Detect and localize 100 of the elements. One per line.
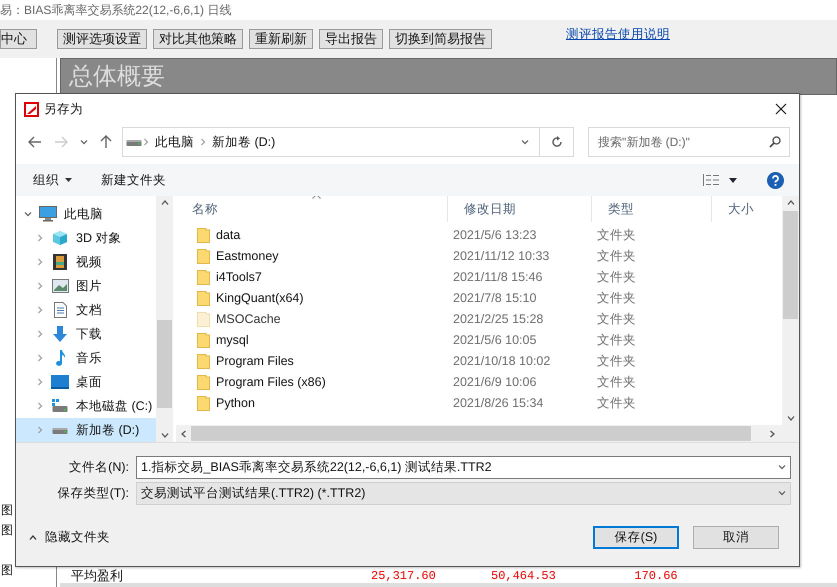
vertical-scrollbar[interactable] — [156, 196, 173, 442]
horizontal-scrollbar[interactable] — [176, 425, 799, 442]
dropdown-chevron-icon[interactable] — [521, 138, 529, 146]
picture-icon — [52, 279, 68, 293]
file-name-cell[interactable]: KingQuant(x64) — [176, 289, 447, 308]
toolbar-button[interactable]: 对比其他策略 — [153, 29, 243, 49]
collapse-chevron-icon[interactable] — [36, 402, 44, 410]
scroll-up-icon[interactable] — [786, 200, 794, 205]
folder-icon — [197, 312, 210, 327]
help-link[interactable]: 测评报告使用说明 — [566, 24, 670, 44]
file-name-cell[interactable]: Python — [176, 394, 447, 413]
nav-item[interactable]: 文档 — [16, 298, 156, 322]
cancel-button[interactable]: 取消 — [693, 526, 779, 549]
breadcrumb-chevron-icon[interactable] — [199, 138, 207, 146]
hide-folders-button[interactable]: 隐藏文件夹 — [29, 528, 110, 547]
filetype-value: 交易测试平台测试结果(.TTR2) (*.TTR2) — [141, 484, 366, 502]
scroll-down-icon[interactable] — [786, 416, 794, 421]
folder-icon — [197, 249, 210, 264]
up-arrow-icon[interactable] — [100, 135, 112, 149]
file-name-cell[interactable]: Eastmoney — [176, 247, 447, 266]
collapse-chevron-icon[interactable] — [36, 354, 44, 362]
date-cell-text: 2021/11/12 10:33 — [452, 248, 550, 266]
refresh-icon[interactable] — [550, 136, 562, 148]
app-title: 易：BIAS乖离率交易系统22(12,-6,6,1) 日线 — [0, 3, 232, 17]
new-folder-button[interactable]: 新建文件夹 — [101, 170, 166, 190]
filename-field[interactable]: 1.指标交易_BIAS乖离率交易系统22(12,-6,6,1) 测试结果.TTR2 — [136, 456, 791, 478]
drive-icon — [126, 137, 142, 147]
collapse-chevron-icon[interactable] — [36, 306, 44, 314]
address-bar[interactable]: 此电脑 新加卷 (D:) — [122, 127, 574, 157]
search-field[interactable]: 搜索"新加卷 (D:)" — [588, 127, 790, 157]
dropdown-chevron-icon[interactable] — [778, 463, 786, 471]
scroll-left-icon[interactable] — [181, 430, 186, 438]
expand-chevron-icon[interactable] — [24, 210, 32, 218]
column-header[interactable]: 名称 — [176, 196, 447, 222]
close-icon — [775, 103, 787, 115]
file-name-cell[interactable]: Program Files (x86) — [176, 373, 447, 392]
details-view-icon — [703, 174, 719, 186]
file-name-cell[interactable]: Program Files — [176, 352, 447, 371]
nav-item[interactable]: 下载 — [16, 322, 156, 346]
side-label: 图 — [1, 562, 13, 579]
breadcrumb-item[interactable]: 新加卷 (D:) — [207, 132, 280, 152]
scroll-down-icon[interactable] — [160, 433, 168, 438]
column-header[interactable]: 修改日期 — [447, 196, 591, 222]
toolbar-button[interactable]: 切换到简易报告 — [389, 29, 492, 49]
toolbar-button[interactable]: 测评选项设置 — [57, 29, 147, 49]
field-label: 保存类型(T): — [56, 484, 130, 502]
toolbar-button[interactable]: 重新刷新 — [249, 29, 313, 49]
nav-item[interactable]: 新加卷 (D:) — [16, 418, 156, 442]
dropdown-chevron-icon[interactable] — [778, 489, 786, 497]
file-name: data — [216, 227, 240, 244]
collapse-chevron-icon[interactable] — [36, 258, 44, 266]
toolbar-button[interactable]: 中心 — [0, 29, 37, 49]
folder-icon — [197, 396, 210, 411]
caret-icon — [729, 178, 737, 182]
nav-item[interactable]: 此电脑 — [16, 202, 156, 226]
collapse-chevron-icon[interactable] — [36, 282, 44, 290]
system-drive-icon — [52, 399, 68, 413]
filetype-dropdown[interactable]: 交易测试平台测试结果(.TTR2) (*.TTR2) — [136, 482, 791, 504]
type-cell-text: 文件夹 — [596, 353, 637, 370]
date-cell-text: 2021/2/25 15:28 — [452, 311, 544, 328]
view-options-button[interactable] — [703, 174, 737, 186]
type-cell-text: 文件夹 — [596, 269, 637, 286]
nav-item[interactable]: 视频 — [16, 250, 156, 274]
back-arrow-icon[interactable] — [28, 136, 42, 148]
nav-item[interactable]: 3D 对象 — [16, 226, 156, 250]
file-name-cell[interactable]: i4Tools7 — [176, 268, 447, 287]
desktop-icon — [51, 375, 69, 389]
vertical-scrollbar[interactable] — [782, 196, 799, 425]
toolbar-button[interactable]: 导出报告 — [319, 29, 383, 49]
nav-item[interactable]: 音乐 — [16, 346, 156, 370]
collapse-chevron-icon[interactable] — [36, 330, 44, 338]
date-cell-text: 2021/6/9 10:06 — [452, 374, 538, 392]
column-header[interactable]: 类型 — [591, 196, 711, 222]
down-arrow-icon — [52, 326, 68, 342]
organize-button[interactable]: 组织 — [33, 170, 72, 190]
date-cell-text: 2021/5/6 13:23 — [452, 227, 538, 244]
scroll-up-icon[interactable] — [160, 200, 168, 205]
breadcrumb-chevron-icon[interactable] — [142, 138, 150, 146]
summary-value: 170.66 — [633, 569, 679, 583]
nav-item[interactable]: 本地磁盘 (C:) — [16, 394, 156, 418]
nav-label: 新加卷 (D:) — [76, 422, 140, 439]
date-cell-text: 2021/5/6 10:05 — [452, 332, 538, 350]
nav-label: 文档 — [76, 302, 102, 319]
nav-item[interactable]: 图片 — [16, 274, 156, 298]
breadcrumb-item[interactable]: 此电脑 — [150, 132, 199, 152]
recent-chevron-icon[interactable] — [80, 138, 88, 146]
search-icon — [769, 136, 781, 148]
nav-item[interactable]: 桌面 — [16, 370, 156, 394]
file-name-cell[interactable]: data — [176, 226, 447, 245]
help-icon[interactable] — [767, 172, 784, 188]
file-name-cell[interactable]: mysql — [176, 331, 447, 350]
collapse-chevron-icon[interactable] — [36, 234, 44, 242]
file-name: MSOCache — [216, 311, 281, 328]
collapse-chevron-icon — [29, 535, 37, 540]
save-button[interactable]: 保存(S) — [593, 526, 679, 549]
file-name: i4Tools7 — [216, 269, 262, 286]
collapse-chevron-icon[interactable] — [36, 378, 44, 386]
scroll-right-icon[interactable] — [770, 430, 775, 438]
section-header: 总体概要 — [60, 58, 837, 95]
file-name-cell[interactable]: MSOCache — [176, 310, 447, 329]
